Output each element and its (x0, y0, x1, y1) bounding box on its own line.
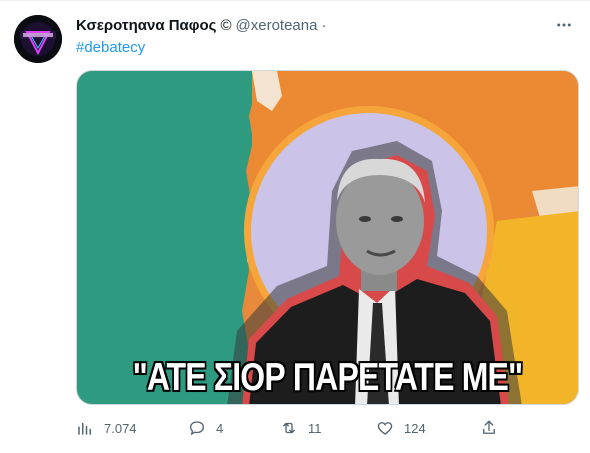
reply-action[interactable]: 4 (188, 417, 223, 439)
hashtag-link[interactable]: #debatecy (76, 39, 145, 56)
like-count: 124 (404, 420, 426, 436)
tweet-image[interactable]: "ΑΤΕ ΣΙΟΡ ΠΑΡΕΤΑΤΕ ΜΕ" (76, 70, 579, 405)
tweet-header: Κσεροτηανα Παφος © @xeroteana · (76, 15, 330, 35)
share-icon (483, 420, 495, 434)
display-name[interactable]: Κσεροτηανα Παφος (76, 17, 216, 34)
meme-image (77, 71, 578, 404)
more-icon[interactable] (552, 13, 576, 37)
avatar-logo (14, 15, 62, 63)
reply-count: 4 (216, 420, 224, 436)
separator-dot: · (321, 16, 327, 34)
tweet[interactable]: Κσεροτηανα Παφος © @xeroteana · #debatec… (0, 0, 590, 453)
image-caption: "ΑΤΕ ΣΙΟΡ ΠΑΡΕΤΑΤΕ ΜΕ" (132, 355, 524, 400)
reply-icon (189, 421, 205, 436)
like-action[interactable]: 124 (376, 417, 426, 439)
retweet-icon (283, 422, 295, 434)
name-emoji: © (220, 16, 232, 34)
views-action[interactable]: 7.074 (76, 417, 137, 439)
retweet-action[interactable]: 11 (280, 417, 322, 439)
like-icon (377, 422, 393, 435)
share-action[interactable] (480, 417, 498, 439)
analytics-icon (78, 422, 91, 435)
action-bar: 7.074 4 11 124 (76, 417, 506, 439)
retweet-count: 11 (308, 420, 322, 436)
avatar[interactable] (14, 15, 62, 63)
views-count: 7.074 (104, 420, 137, 436)
user-handle[interactable]: @xeroteana (236, 17, 318, 34)
